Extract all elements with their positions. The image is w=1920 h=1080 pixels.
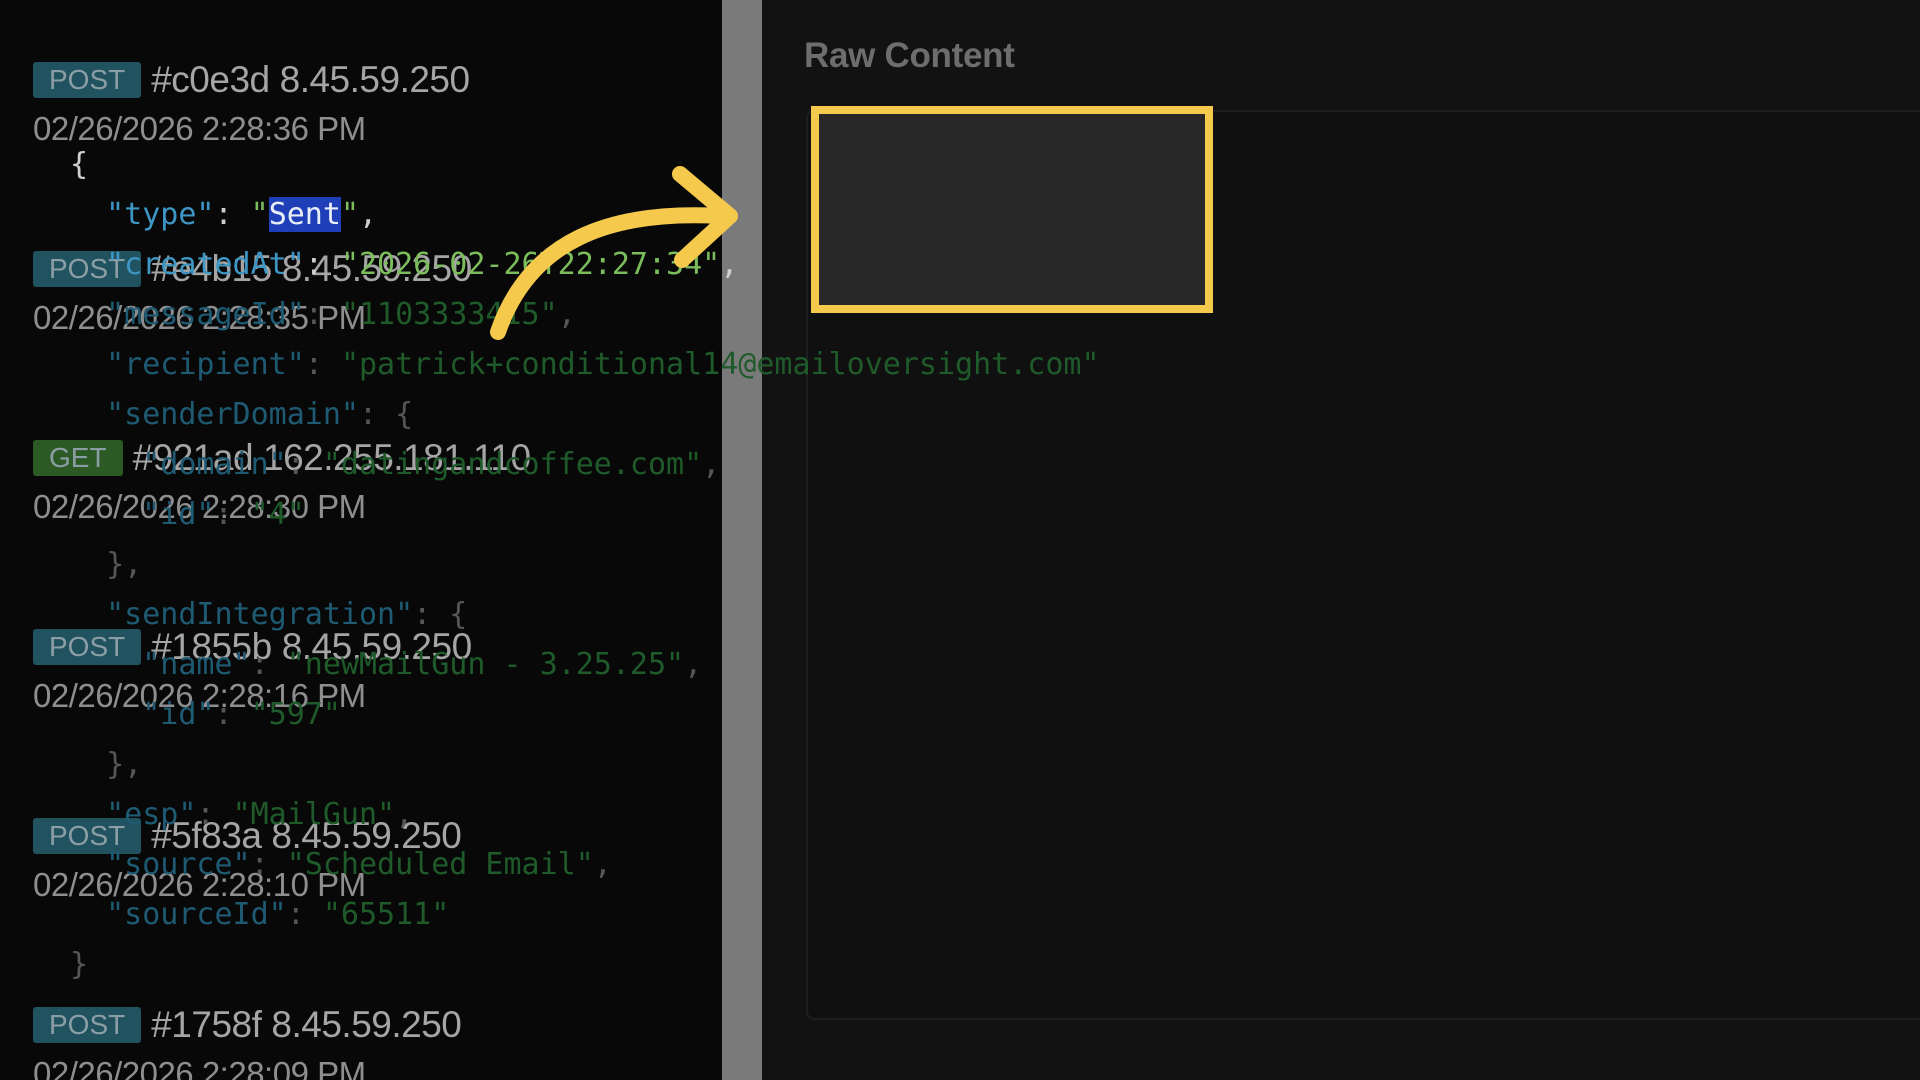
json-value: "MailGun" bbox=[232, 797, 396, 832]
json-key: "senderDomain" bbox=[106, 397, 359, 432]
method-badge: POST bbox=[33, 62, 142, 98]
json-key: "sendIntegration" bbox=[106, 597, 414, 632]
request-item[interactable]: POST #c0e3d 8.45.59.250 02/26/2026 2:28:… bbox=[33, 58, 470, 148]
request-ip: 8.45.59.250 bbox=[279, 59, 470, 100]
json-key: "name" bbox=[142, 647, 251, 682]
json-value: "newMailGun - 3.25.25" bbox=[286, 647, 685, 682]
request-time: 02/26/2026 2:28:09 PM bbox=[33, 1055, 366, 1080]
json-key: "createdAt" bbox=[106, 247, 305, 282]
json-key: "esp" bbox=[106, 797, 197, 832]
json-value: "Scheduled Email" bbox=[286, 847, 594, 882]
request-id: #1758f bbox=[151, 1004, 262, 1045]
json-key: "recipient" bbox=[106, 347, 305, 382]
method-badge: POST bbox=[33, 1007, 142, 1043]
json-key: "source" bbox=[106, 847, 251, 882]
request-ip: 8.45.59.250 bbox=[271, 1004, 462, 1045]
json-key: "id" bbox=[142, 697, 215, 732]
json-value: "65511" bbox=[322, 897, 450, 932]
json-value: "4" bbox=[250, 497, 305, 532]
json-key: "sourceId" bbox=[106, 897, 287, 932]
json-key: "messageId" bbox=[106, 297, 305, 332]
json-key: "id" bbox=[142, 497, 215, 532]
request-id: #c0e3d bbox=[151, 59, 270, 100]
json-value: "597" bbox=[250, 697, 341, 732]
json-value: "datingandcoffee.com" bbox=[322, 447, 703, 482]
json-key: "domain" bbox=[142, 447, 287, 482]
panel-title: Raw Content bbox=[804, 36, 1015, 75]
curved-arrow-icon bbox=[490, 166, 738, 340]
request-item[interactable]: POST #1758f 8.45.59.250 02/26/2026 2:28:… bbox=[33, 1003, 462, 1080]
json-close-brace: } bbox=[70, 947, 89, 982]
json-value: "patrick+conditional14@emailoversight.co… bbox=[340, 347, 1100, 382]
json-key: "type" bbox=[106, 197, 215, 232]
json-selected-value: Sent bbox=[268, 197, 341, 232]
json-open-brace: { bbox=[70, 147, 89, 182]
